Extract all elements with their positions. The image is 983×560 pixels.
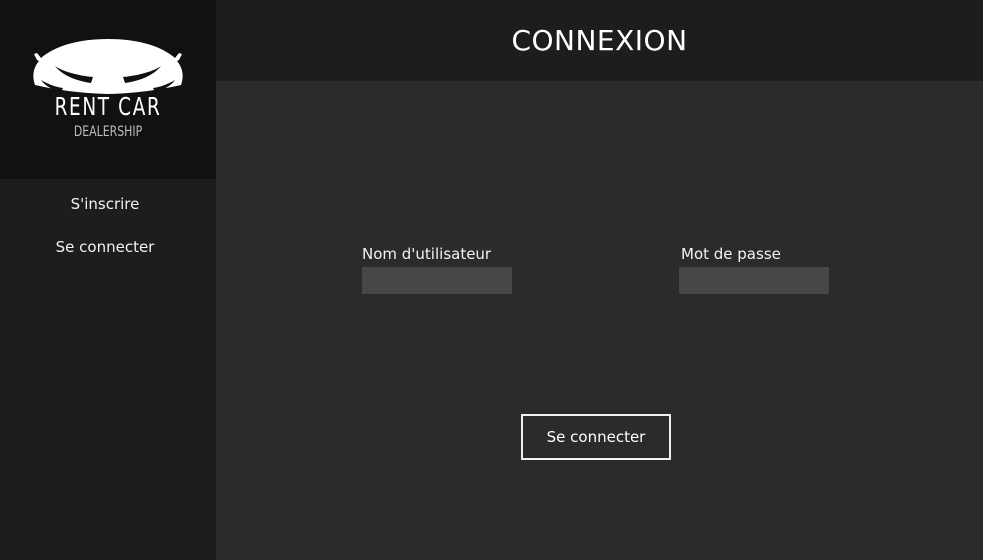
app-window: RENT CAR DEALERSHIP S'inscrire Se connec…: [0, 0, 983, 560]
brand-name: RENT CAR: [54, 92, 162, 121]
page-header: CONNEXION: [216, 0, 983, 81]
username-label: Nom d'utilisateur: [362, 245, 492, 263]
login-form-area: Nom d'utilisateur Mot de passe Se connec…: [216, 81, 983, 560]
username-field[interactable]: [362, 267, 512, 294]
sidebar-item-register[interactable]: S'inscrire: [0, 195, 210, 213]
page-title: CONNEXION: [511, 24, 688, 57]
password-label: Mot de passe: [681, 245, 781, 263]
sidebar-item-login[interactable]: Se connecter: [0, 238, 210, 256]
brand-subtitle: DEALERSHIP: [73, 124, 143, 140]
brand-logo-area: RENT CAR DEALERSHIP: [0, 0, 216, 179]
sidebar: RENT CAR DEALERSHIP S'inscrire Se connec…: [0, 0, 216, 560]
password-field[interactable]: [679, 267, 829, 294]
login-button[interactable]: Se connecter: [521, 414, 671, 460]
